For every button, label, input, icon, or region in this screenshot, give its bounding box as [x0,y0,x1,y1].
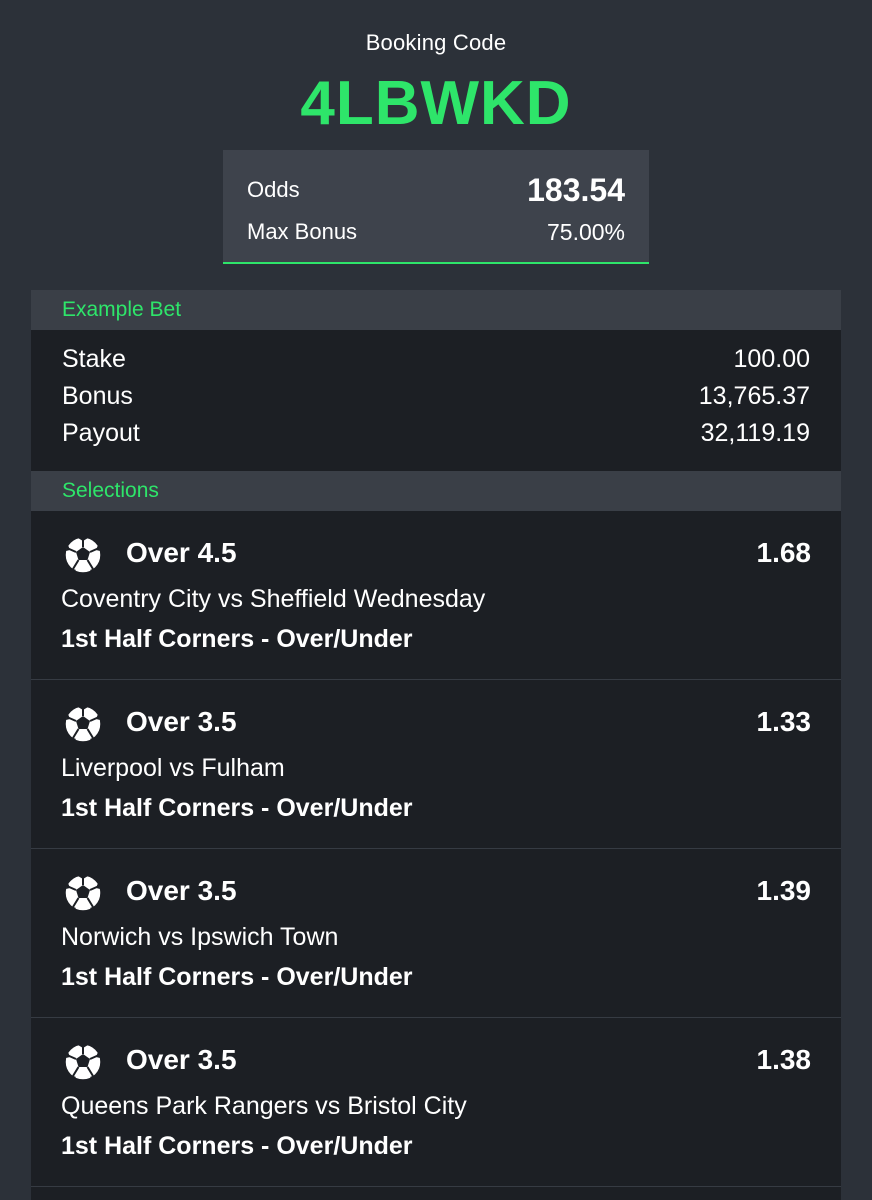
selection-item[interactable]: Over 3.5 1.39 Norwich vs Ipswich Town 1s… [31,849,841,1018]
payout-row: Payout 32,119.19 [62,419,810,448]
selection-item[interactable]: Over 4.5 1.68 Coventry City vs Sheffield… [31,511,841,680]
bonus-label: Bonus [62,382,133,410]
selection-item[interactable]: Over 3.5 1.33 Liverpool vs Fulham 1st Ha… [31,680,841,849]
example-bet-panel: Stake 100.00 Bonus 13,765.37 Payout 32,1… [31,330,841,471]
selection-odds: 1.68 [756,537,812,568]
max-bonus-label: Max Bonus [247,219,358,244]
selection-item-partial[interactable] [31,1187,841,1200]
soccer-ball-icon [64,874,102,912]
booking-code-value[interactable]: 4LBWKD [0,68,872,139]
stake-label: Stake [62,345,126,373]
selection-pick: Over 3.5 [126,706,237,737]
soccer-ball-icon [64,1043,102,1081]
odds-summary-box: Odds 183.54 Max Bonus 75.00% [223,150,649,264]
selection-odds: 1.33 [756,706,812,737]
selection-market: 1st Half Corners - Over/Under [61,625,413,653]
selections-heading: Selections [31,471,841,511]
selection-odds: 1.39 [756,875,812,906]
selection-match: Coventry City vs Sheffield Wednesday [61,585,486,613]
selection-market: 1st Half Corners - Over/Under [61,1132,413,1160]
max-bonus-row: Max Bonus 75.00% [247,214,625,250]
booking-code-label: Booking Code [365,30,507,55]
stake-value: 100.00 [733,345,810,373]
stake-row: Stake 100.00 [62,345,810,374]
selection-item[interactable]: Over 3.5 1.38 Queens Park Rangers vs Bri… [31,1018,841,1187]
odds-label: Odds [247,177,300,202]
selection-pick: Over 3.5 [126,1044,237,1075]
selection-market: 1st Half Corners - Over/Under [61,794,413,822]
selection-match: Queens Park Rangers vs Bristol City [61,1092,467,1120]
selection-market: 1st Half Corners - Over/Under [61,963,413,991]
bonus-value: 13,765.37 [698,382,810,410]
selection-match: Liverpool vs Fulham [61,754,285,782]
selection-odds: 1.38 [756,1044,812,1075]
payout-label: Payout [62,419,140,447]
odds-row: Odds 183.54 [247,168,625,212]
selection-pick: Over 4.5 [126,537,237,568]
payout-value: 32,119.19 [700,419,810,447]
max-bonus-value: 75.00% [546,218,625,245]
example-bet-heading: Example Bet [31,290,841,330]
bonus-row: Bonus 13,765.37 [62,382,810,411]
total-odds-value: 183.54 [527,171,625,208]
selection-match: Norwich vs Ipswich Town [61,923,339,951]
soccer-ball-icon [64,536,102,574]
selection-pick: Over 3.5 [126,875,237,906]
soccer-ball-icon [64,705,102,743]
